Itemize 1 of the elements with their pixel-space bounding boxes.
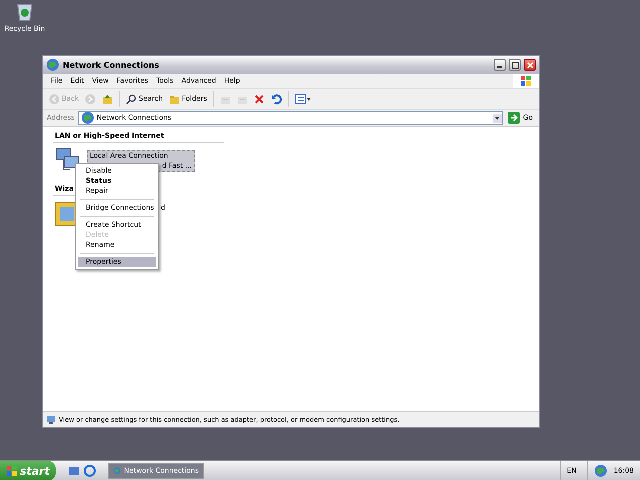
window-title: Network Connections — [63, 60, 160, 70]
